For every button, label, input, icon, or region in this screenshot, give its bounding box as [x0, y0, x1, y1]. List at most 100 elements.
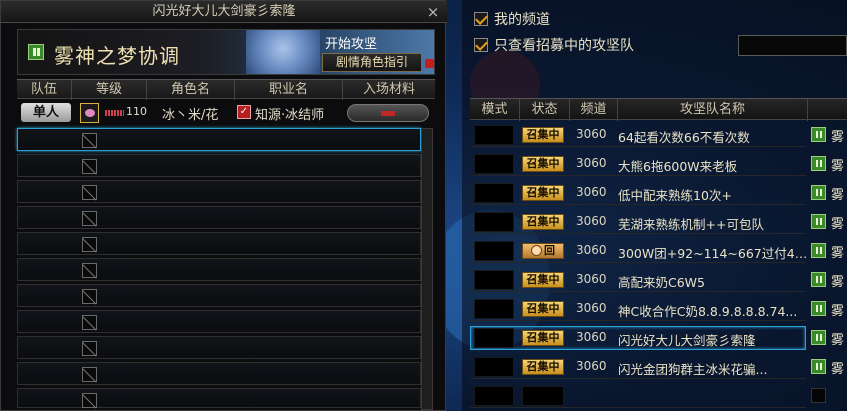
status-badge: 召集中 [522, 214, 564, 230]
raid-title: 雾神之梦协调 [54, 44, 180, 68]
mode-indicator [474, 328, 514, 348]
status-badge-text: 回 [544, 244, 555, 257]
mode-indicator [474, 125, 514, 145]
raid-name: 芜湖来熟练机制++可包队 [618, 217, 764, 232]
raid-name: 神C收合作C奶8.8.9.8.8.8.74... [618, 304, 798, 319]
status-badge: 召集中 [522, 156, 564, 172]
minus-icon [381, 111, 395, 116]
column-mode: 模式 [470, 99, 520, 121]
member-slot[interactable] [17, 128, 421, 151]
story-guide-button[interactable]: 剧情角色指引 [322, 53, 422, 72]
channel-number: 3060 [576, 185, 607, 199]
status-badge: 召集中 [522, 185, 564, 201]
raid-row[interactable]: 召集中 3060 闪光金团狗群主冰米花骗... 雾 [470, 355, 847, 379]
lock-icon [425, 59, 434, 68]
raid-tag: 雾 [831, 304, 845, 319]
raid-row[interactable]: 召集中 3060 高配来奶C6W5 雾 [470, 268, 847, 292]
mode-indicator [474, 154, 514, 174]
status-empty [522, 386, 564, 406]
character-portrait-image [246, 30, 320, 74]
join-icon[interactable] [811, 127, 826, 142]
channel-number: 3060 [576, 156, 607, 170]
join-icon[interactable] [811, 185, 826, 200]
player-name: 冰丶米/花 [162, 108, 219, 123]
raid-row-selected[interactable]: 召集中 3060 闪光好大儿大剑豪彡索隆 雾 [470, 326, 847, 350]
status-badge: 召集中 [522, 359, 564, 375]
player-row[interactable]: 单人 110 冰丶米/花 ✓ 知源·冰结师 [17, 101, 435, 125]
column-character: 角色名 [147, 80, 235, 100]
join-icon[interactable] [811, 214, 826, 229]
raid-row[interactable]: 召集中 3060 大熊6拖600W来老板 雾 [470, 152, 847, 176]
filter-recruiting[interactable]: 只查看招募中的攻坚队 [474, 36, 634, 56]
member-slot[interactable] [17, 284, 421, 307]
raid-name: 闪光金团狗群主冰米花骗... [618, 362, 768, 377]
empty-slot-icon [82, 289, 97, 304]
channel-number: 3060 [576, 272, 607, 286]
pause-icon [28, 44, 44, 60]
join-icon[interactable] [811, 243, 826, 258]
mode-indicator [474, 183, 514, 203]
member-slot[interactable] [17, 154, 421, 177]
filter-my-channel[interactable]: 我的频道 [474, 10, 550, 30]
member-slot[interactable] [17, 180, 421, 203]
member-slot[interactable] [17, 310, 421, 333]
raid-row[interactable]: 召集中 3060 低中配来熟练10次+ 雾 [470, 181, 847, 205]
mode-indicator [474, 270, 514, 290]
raid-tag: 雾 [831, 159, 845, 174]
join-icon[interactable] [811, 359, 826, 374]
mode-indicator [474, 386, 514, 406]
empty-slot-icon [82, 263, 97, 278]
face-icon [531, 245, 542, 256]
empty-slot-icon [82, 315, 97, 330]
raid-tag: 雾 [831, 130, 845, 145]
close-button[interactable]: × [425, 1, 441, 23]
checkbox-icon[interactable] [474, 38, 488, 52]
member-slot[interactable] [17, 258, 421, 281]
raid-name: 闪光好大儿大剑豪彡索隆 [618, 333, 756, 348]
empty-slot-icon [82, 133, 97, 148]
member-slot[interactable] [17, 232, 421, 255]
raid-name: 低中配来熟练10次+ [618, 188, 732, 203]
checkbox-icon[interactable] [474, 12, 488, 26]
solo-button[interactable]: 单人 [21, 103, 71, 122]
column-raid-name: 攻坚队名称 [618, 99, 808, 121]
raid-row[interactable]: 回 3060 300W团+92~114~667过付40... 雾 [470, 239, 847, 263]
raid-tag: 雾 [831, 333, 845, 348]
status-badge: 召集中 [522, 301, 564, 317]
raid-tag: 雾 [831, 246, 845, 261]
player-level: 110 [126, 105, 147, 118]
start-raid-label: 开始攻坚 [325, 37, 378, 52]
member-slot[interactable] [17, 388, 421, 408]
member-slot[interactable] [17, 336, 421, 359]
join-icon[interactable] [811, 272, 826, 287]
raid-tag: 雾 [831, 188, 845, 203]
avatar-icon [80, 103, 99, 123]
empty-slot-icon [82, 185, 97, 200]
party-title: 闪光好大儿大剑豪彡索隆 [152, 4, 296, 19]
member-slot[interactable] [17, 206, 421, 229]
mode-indicator [474, 241, 514, 261]
raid-name: 64起看次数66不看次数 [618, 130, 750, 145]
empty-slot-icon [82, 211, 97, 226]
raid-row[interactable]: 召集中 3060 神C收合作C奶8.8.9.8.8.8.74... 雾 [470, 297, 847, 321]
column-team: 队伍 [17, 80, 72, 100]
join-icon[interactable] [811, 156, 826, 171]
search-input[interactable] [738, 35, 847, 56]
party-title-bar: 闪光好大儿大剑豪彡索隆 × [1, 1, 447, 23]
join-empty-icon [811, 388, 826, 403]
empty-slot-icon [82, 237, 97, 252]
join-icon[interactable] [811, 330, 826, 345]
channel-number: 3060 [576, 127, 607, 141]
mode-indicator [474, 212, 514, 232]
status-badge: 召集中 [522, 330, 564, 346]
empty-slot-icon [82, 367, 97, 382]
material-slot[interactable] [347, 104, 429, 122]
channel-number: 3060 [576, 243, 607, 257]
raid-row[interactable]: 召集中 3060 芜湖来熟练机制++可包队 雾 [470, 210, 847, 234]
join-icon[interactable] [811, 301, 826, 316]
member-list-scrollbar[interactable] [421, 128, 433, 410]
column-material: 入场材料 [362, 82, 415, 97]
mode-indicator [474, 299, 514, 319]
member-slot[interactable] [17, 362, 421, 385]
raid-row[interactable]: 召集中 3060 64起看次数66不看次数 雾 [470, 123, 847, 147]
